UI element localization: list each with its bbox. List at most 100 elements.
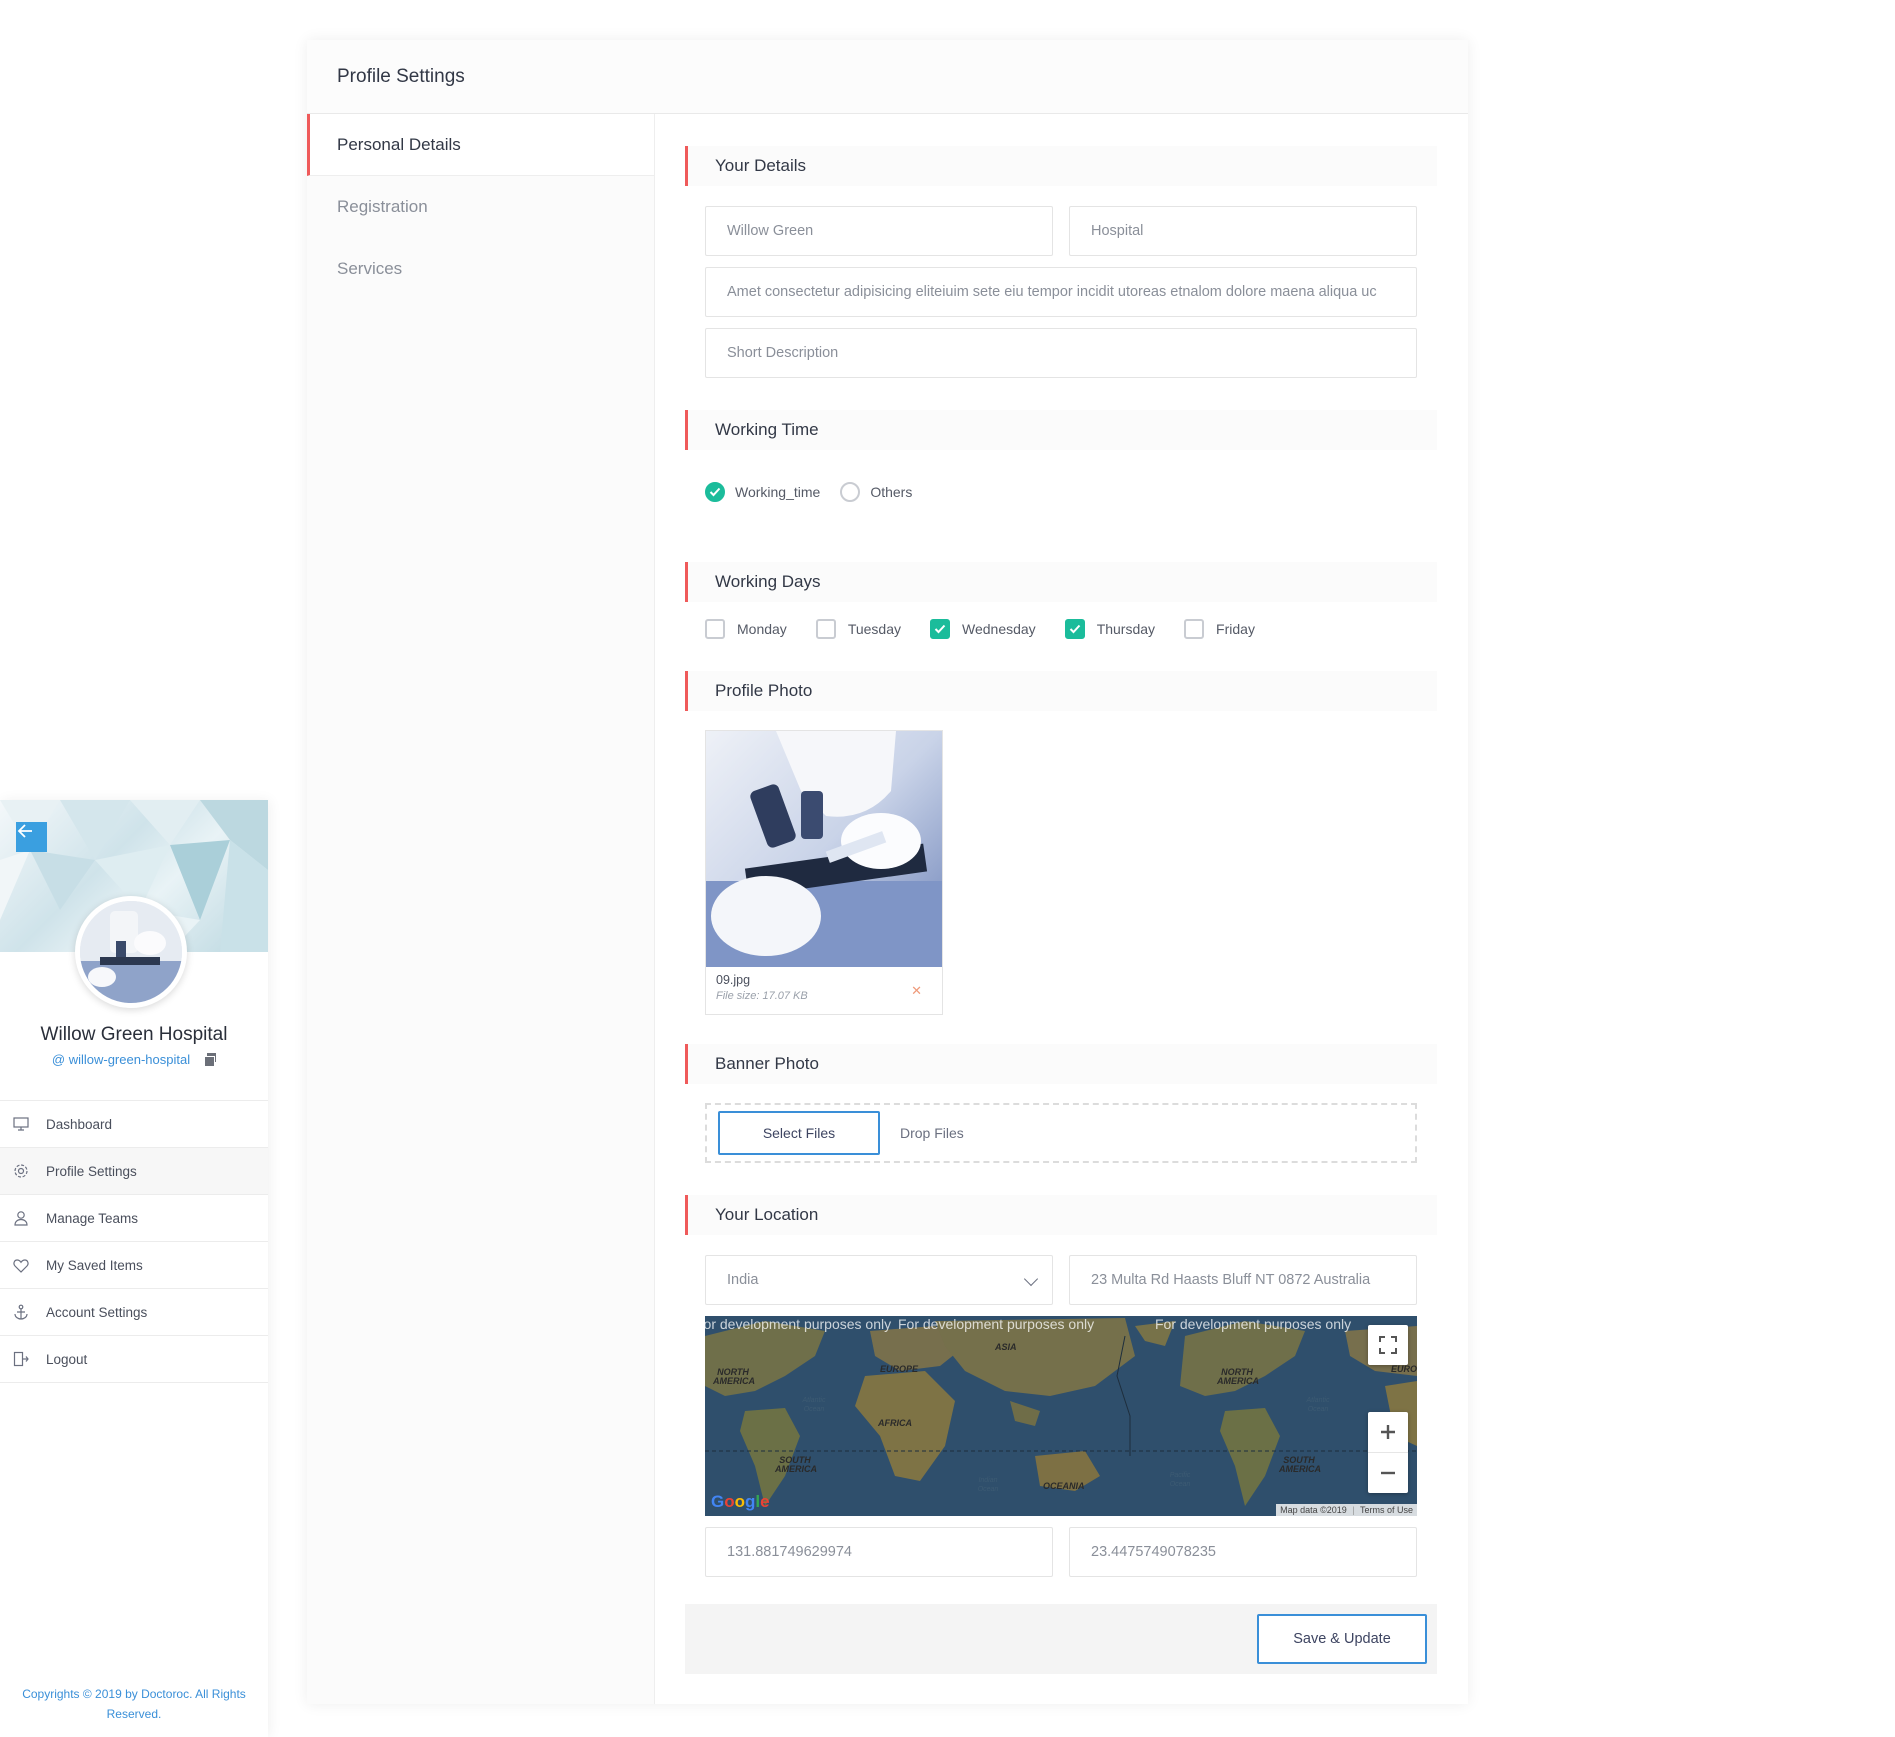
tuesday-checkbox[interactable] xyxy=(815,619,836,639)
working-time-label[interactable]: Working_time xyxy=(735,484,820,500)
settings-tabs: Personal Details Registration Services xyxy=(307,114,655,1704)
friday-checkbox[interactable] xyxy=(1184,619,1205,639)
map-label: OCEANIA xyxy=(1043,1481,1085,1491)
map-attribution: Map data ©2019 | Terms of Use xyxy=(1276,1504,1417,1516)
map-label: SOUTH AMERICA xyxy=(775,1455,817,1474)
working-time-options: Working_time Others xyxy=(705,482,932,502)
profile-handle[interactable]: @ willow-green-hospital xyxy=(0,1052,268,1067)
hospital-name: Willow Green Hospital xyxy=(40,1024,228,1045)
sidebar-item-manage-teams[interactable]: Manage Teams xyxy=(0,1195,268,1242)
map-label: NORTH AMERICA xyxy=(713,1367,755,1386)
profile-photo-preview: 09.jpg File size: 17.07 KB ✕ xyxy=(705,730,943,1015)
map-zoom-out-button[interactable] xyxy=(1368,1453,1408,1493)
back-button[interactable] xyxy=(16,822,47,852)
logout-icon xyxy=(12,1350,30,1368)
address-input[interactable]: 23 Multa Rd Haasts Bluff NT 0872 Austral… xyxy=(1069,1255,1417,1305)
map-label: ASIA xyxy=(995,1342,1017,1352)
map-label: AFRICA xyxy=(878,1418,912,1428)
tuesday-label[interactable]: Tuesday xyxy=(848,621,901,637)
map-zoom-in-button[interactable] xyxy=(1368,1413,1408,1453)
section-heading-your-location: Your Location xyxy=(685,1195,1437,1235)
sidebar-item-label: Profile Settings xyxy=(46,1163,137,1179)
working-time-radio[interactable] xyxy=(705,482,725,502)
drop-files-label: Drop Files xyxy=(900,1125,964,1141)
sidebar-item-label: My Saved Items xyxy=(46,1257,143,1273)
map-label: NORTH AMERICA xyxy=(1217,1367,1259,1386)
gear-icon xyxy=(12,1162,30,1180)
thursday-checkbox[interactable] xyxy=(1064,619,1085,639)
sidebar-item-dashboard[interactable]: Dashboard xyxy=(0,1101,268,1148)
tab-services[interactable]: Services xyxy=(307,238,654,300)
map-label: EURO xyxy=(1391,1364,1417,1374)
map-zoom-controls xyxy=(1368,1412,1408,1493)
last-name-input[interactable]: Hospital xyxy=(1069,206,1417,256)
map-watermark: For development purposes only xyxy=(1155,1316,1352,1332)
sidebar-item-label: Dashboard xyxy=(46,1116,113,1132)
map-data-text: Map data ©2019 xyxy=(1280,1505,1347,1515)
sidebar-item-label: Manage Teams xyxy=(46,1210,139,1226)
map-watermark: For development purposes only xyxy=(898,1316,1095,1332)
map-terms-link[interactable]: Terms of Use xyxy=(1360,1505,1413,1515)
location-map[interactable]: For development purposes only For develo… xyxy=(705,1316,1417,1516)
others-label[interactable]: Others xyxy=(870,484,912,500)
map-watermark: For development purposes only xyxy=(705,1316,892,1332)
profile-photo-meta: 09.jpg File size: 17.07 KB ✕ xyxy=(706,967,942,1008)
wednesday-checkbox[interactable] xyxy=(930,619,950,639)
monday-label[interactable]: Monday xyxy=(737,621,787,637)
chevron-down-icon xyxy=(1023,1271,1039,1287)
sidebar-item-saved-items[interactable]: My Saved Items xyxy=(0,1242,268,1289)
profile-settings-card: Profile Settings Personal Details Regist… xyxy=(307,40,1468,1704)
tagline-input[interactable]: Amet consectetur adipisicing eliteiuim s… xyxy=(705,267,1417,317)
map-label: Pacific Ocean xyxy=(1169,1472,1191,1488)
longitude-input[interactable]: 131.881749629974 xyxy=(705,1527,1053,1577)
anchor-icon xyxy=(12,1303,30,1321)
country-select-value: India xyxy=(727,1272,759,1288)
map-fullscreen-button[interactable] xyxy=(1368,1325,1408,1365)
tab-personal-details[interactable]: Personal Details xyxy=(307,114,654,176)
sidebar-menu: Dashboard Profile Settings Manage Teams … xyxy=(0,1100,268,1383)
section-heading-working-time: Working Time xyxy=(685,410,1437,450)
remove-photo-icon[interactable]: ✕ xyxy=(911,983,922,999)
tab-registration[interactable]: Registration xyxy=(307,176,654,238)
photo-file-name: 09.jpg xyxy=(716,973,751,987)
sidebar-item-account-settings[interactable]: Account Settings xyxy=(0,1289,268,1336)
plus-icon xyxy=(1381,1425,1395,1439)
friday-label[interactable]: Friday xyxy=(1216,621,1255,637)
map-label: Indian Ocean xyxy=(977,1477,999,1493)
google-logo: Google xyxy=(711,1492,770,1511)
sidebar-item-logout[interactable]: Logout xyxy=(0,1336,268,1383)
monday-checkbox[interactable] xyxy=(705,619,725,639)
copy-icon[interactable] xyxy=(204,1053,217,1067)
page: Willow Green Hospital @ willow-green-hos… xyxy=(0,0,1895,1737)
form-footer: Save & Update xyxy=(685,1604,1437,1674)
fullscreen-icon xyxy=(1379,1336,1397,1354)
map-label: SOUTH AMERICA xyxy=(1279,1455,1321,1474)
avatar[interactable] xyxy=(75,896,187,1008)
latitude-input[interactable]: 23.4475749078235 xyxy=(1069,1527,1417,1577)
section-heading-working-days: Working Days xyxy=(685,562,1437,602)
user-sidebar: Willow Green Hospital @ willow-green-hos… xyxy=(0,800,268,1737)
profile-handle-text[interactable]: @ willow-green-hospital xyxy=(52,1052,190,1067)
short-description-input[interactable]: Short Description xyxy=(705,328,1417,378)
others-radio[interactable] xyxy=(840,482,861,502)
checkmark-icon xyxy=(709,487,721,497)
photo-file-size: File size: 17.07 KB xyxy=(716,990,808,1002)
map-label: EUROPE xyxy=(880,1364,919,1374)
user-icon xyxy=(12,1209,30,1227)
select-files-button[interactable]: Select Files xyxy=(718,1111,880,1155)
checkmark-icon xyxy=(934,624,946,634)
wednesday-label[interactable]: Wednesday xyxy=(962,621,1036,637)
arrow-left-icon xyxy=(17,824,32,838)
page-title: Profile Settings xyxy=(307,40,1468,114)
country-select[interactable]: India xyxy=(705,1255,1053,1305)
monitor-icon xyxy=(12,1115,30,1133)
section-heading-your-details: Your Details xyxy=(685,146,1437,186)
sidebar-item-label: Account Settings xyxy=(46,1304,148,1320)
thursday-label[interactable]: Thursday xyxy=(1097,621,1155,637)
working-days-options: Monday Tuesday Wednesday Thursday Friday xyxy=(705,619,1284,639)
minus-icon xyxy=(1381,1471,1395,1474)
save-update-button[interactable]: Save & Update xyxy=(1257,1614,1427,1664)
first-name-input[interactable]: Willow Green xyxy=(705,206,1053,256)
sidebar-item-profile-settings[interactable]: Profile Settings xyxy=(0,1148,268,1195)
banner-dropzone[interactable]: Select Files Drop Files xyxy=(705,1103,1417,1163)
